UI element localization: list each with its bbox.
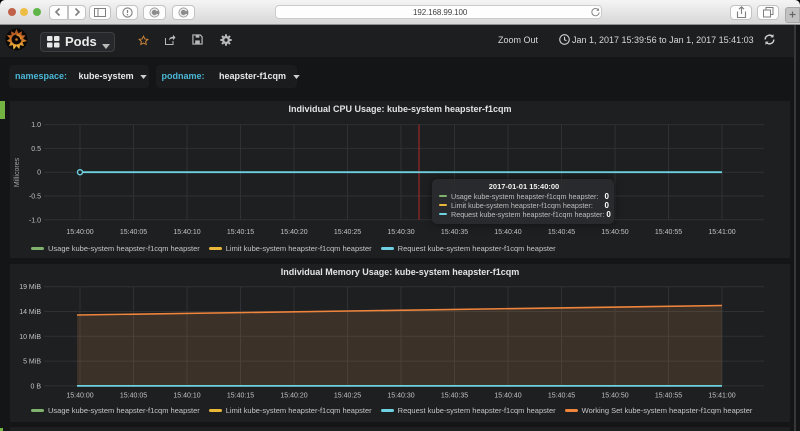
svg-text:Millicores: Millicores	[14, 157, 21, 187]
svg-text:15:41:00: 15:41:00	[708, 229, 735, 236]
svg-text:15:40:25: 15:40:25	[334, 393, 361, 400]
svg-text:0: 0	[37, 170, 41, 177]
svg-text:15:40:30: 15:40:30	[387, 229, 414, 236]
svg-text:15:40:50: 15:40:50	[601, 393, 628, 400]
svg-text:10 MiB: 10 MiB	[19, 334, 41, 341]
svg-text:15:40:05: 15:40:05	[120, 393, 147, 400]
svg-text:15:40:45: 15:40:45	[548, 229, 575, 236]
svg-text:15:40:40: 15:40:40	[494, 393, 521, 400]
svg-text:15:40:00: 15:40:00	[66, 393, 93, 400]
svg-text:-0.5: -0.5	[29, 194, 41, 201]
svg-text:15:40:25: 15:40:25	[334, 229, 361, 236]
svg-text:15:40:10: 15:40:10	[173, 229, 200, 236]
svg-text:15:40:15: 15:40:15	[227, 393, 254, 400]
svg-text:0.5: 0.5	[31, 146, 41, 153]
svg-text:5 MiB: 5 MiB	[23, 359, 41, 366]
svg-text:15:40:15: 15:40:15	[227, 229, 254, 236]
svg-text:15:40:20: 15:40:20	[280, 229, 307, 236]
svg-text:15:40:55: 15:40:55	[655, 393, 682, 400]
svg-text:15:40:45: 15:40:45	[548, 393, 575, 400]
svg-text:15:40:30: 15:40:30	[387, 393, 414, 400]
svg-text:1.0: 1.0	[31, 122, 41, 129]
svg-text:15:40:55: 15:40:55	[655, 229, 682, 236]
svg-text:15:40:05: 15:40:05	[120, 229, 147, 236]
svg-text:15:40:35: 15:40:35	[441, 393, 468, 400]
svg-text:15:40:00: 15:40:00	[66, 229, 93, 236]
svg-text:15:40:50: 15:40:50	[601, 229, 628, 236]
svg-text:15:41:00: 15:41:00	[708, 393, 735, 400]
svg-text:15:40:10: 15:40:10	[173, 393, 200, 400]
svg-text:19 MiB: 19 MiB	[19, 284, 41, 291]
svg-text:-1.0: -1.0	[29, 217, 41, 224]
svg-text:15:40:20: 15:40:20	[280, 393, 307, 400]
svg-text:0 B: 0 B	[30, 383, 41, 390]
svg-text:14 MiB: 14 MiB	[19, 309, 41, 316]
svg-text:15:40:35: 15:40:35	[441, 229, 468, 236]
svg-text:15:40:40: 15:40:40	[494, 229, 521, 236]
